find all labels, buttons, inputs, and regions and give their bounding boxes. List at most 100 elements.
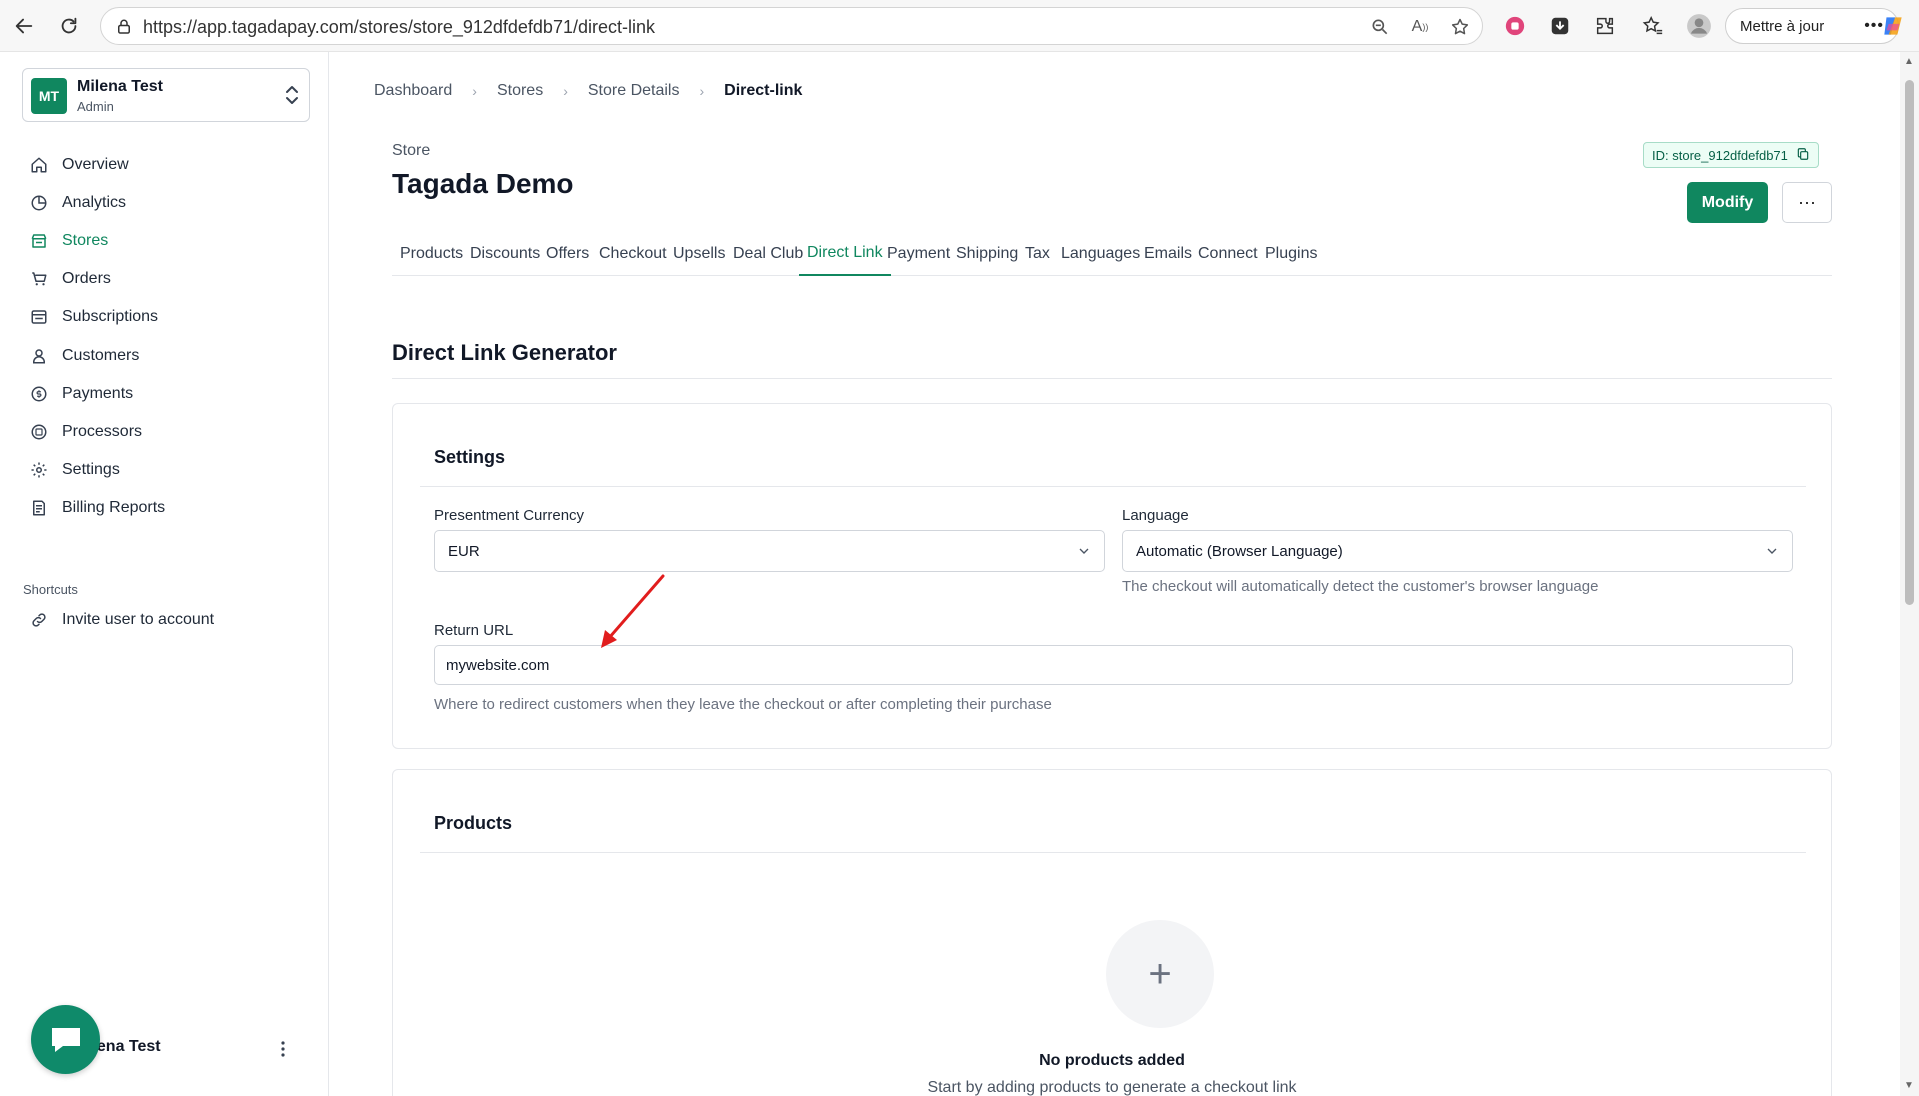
chevron-down-icon (1764, 543, 1780, 563)
breadcrumb-store-details[interactable]: Store Details (588, 82, 680, 100)
language-help: The checkout will automatically detect t… (1122, 578, 1599, 595)
sidebar-item-overview[interactable]: Overview (28, 151, 129, 179)
chevron-up-down-icon (283, 84, 301, 111)
favorite-star-icon[interactable] (1449, 16, 1471, 38)
chevron-right-icon: › (699, 83, 705, 99)
tab-products[interactable]: Products (392, 232, 471, 276)
profile-avatar-icon[interactable] (1686, 13, 1712, 39)
language-label: Language (1122, 507, 1189, 524)
sidebar-item-processors[interactable]: Processors (28, 418, 142, 446)
settings-card: Settings Presentment Currency EUR Langua… (392, 403, 1832, 749)
store-id-badge[interactable]: ID: store_912dfdefdb71 (1643, 142, 1819, 168)
shortcuts-heading: Shortcuts (23, 582, 78, 597)
sidebar-item-label: Settings (62, 461, 120, 478)
sidebar-item-customers[interactable]: Customers (28, 342, 139, 370)
language-select[interactable]: Automatic (Browser Language) (1122, 530, 1793, 572)
more-options-button[interactable]: ··· (1782, 182, 1832, 223)
currency-select[interactable]: EUR (434, 530, 1105, 572)
coin-icon (28, 383, 50, 405)
read-aloud-icon[interactable]: A)) (1409, 16, 1431, 38)
chevron-right-icon: › (472, 83, 477, 99)
cart-icon (28, 268, 50, 290)
user-icon (28, 345, 50, 367)
extensions-puzzle-icon[interactable] (1592, 13, 1618, 39)
favorites-icon[interactable] (1640, 13, 1666, 39)
shortcut-invite-user[interactable]: Invite user to account (28, 606, 214, 634)
scroll-up-icon[interactable]: ▲ (1904, 56, 1914, 67)
breadcrumb-stores[interactable]: Stores (497, 82, 543, 100)
sidebar-item-payments[interactable]: Payments (28, 380, 133, 408)
account-switcher[interactable]: MT Milena Test Admin (22, 68, 310, 122)
user-menu-kebab-icon[interactable] (280, 1040, 286, 1063)
breadcrumb: Dashboard › Stores › Store Details › Dir… (374, 82, 802, 100)
chat-support-button[interactable] (31, 1005, 100, 1074)
store-tabs: Products Discounts Offers Checkout Upsel… (392, 232, 1832, 276)
update-browser-button[interactable]: Mettre à jour ••• (1725, 8, 1899, 44)
return-url-value: mywebsite.com (446, 656, 550, 674)
sidebar-item-label: Stores (62, 232, 109, 249)
extension-pink-icon[interactable] (1502, 13, 1528, 39)
breadcrumb-current: Direct-link (724, 82, 803, 99)
sidebar-item-label: Payments (62, 385, 134, 402)
modify-button[interactable]: Modify (1687, 182, 1768, 223)
sidebar-item-stores[interactable]: Stores (28, 227, 108, 255)
account-avatar: MT (31, 78, 67, 114)
tab-upsells[interactable]: Upsells (665, 232, 733, 276)
report-icon (28, 497, 50, 519)
sidebar-item-label: Processors (62, 423, 143, 440)
settings-title: Settings (434, 447, 506, 467)
tab-plugins[interactable]: Plugins (1257, 232, 1325, 276)
account-role: Admin (77, 99, 114, 114)
sidebar-item-settings[interactable]: Settings (28, 456, 120, 484)
download-extension-icon[interactable] (1547, 13, 1573, 39)
pie-chart-icon (28, 192, 50, 214)
tab-shipping[interactable]: Shipping (948, 232, 1026, 276)
main-content: Dashboard › Stores › Store Details › Dir… (330, 52, 1900, 1096)
page-title: Tagada Demo (392, 168, 574, 199)
copilot-icon[interactable] (1880, 13, 1906, 39)
sidebar-item-label: Billing Reports (62, 499, 166, 516)
tab-payment[interactable]: Payment (879, 232, 958, 276)
sidebar-item-label: Overview (62, 156, 129, 173)
link-icon (28, 609, 50, 631)
sidebar-item-subscriptions[interactable]: Subscriptions (28, 303, 158, 331)
sidebar-item-label: Analytics (62, 194, 127, 211)
zoom-icon[interactable] (1369, 16, 1391, 38)
sidebar-item-label: Orders (62, 270, 111, 287)
store-id-text: ID: store_912dfdefdb71 (1652, 147, 1788, 163)
tab-direct-link[interactable]: Direct Link (799, 232, 891, 276)
sidebar-item-analytics[interactable]: Analytics (28, 189, 126, 217)
add-product-button[interactable]: + (1106, 920, 1214, 1028)
sidebar-item-orders[interactable]: Orders (28, 265, 111, 293)
return-url-help: Where to redirect customers when they le… (434, 696, 1052, 713)
divider (420, 852, 1806, 853)
chat-icon (51, 1027, 80, 1052)
tab-languages[interactable]: Languages (1053, 232, 1148, 276)
copy-icon[interactable] (1796, 147, 1810, 164)
update-label: Mettre à jour (1740, 17, 1825, 35)
tab-offers[interactable]: Offers (538, 232, 597, 276)
site-info-icon[interactable] (115, 18, 133, 41)
store-label: Store (392, 142, 431, 159)
tab-connect[interactable]: Connect (1190, 232, 1266, 276)
page-scrollbar[interactable]: ▲ ▼ (1900, 52, 1919, 1096)
address-bar[interactable]: https://app.tagadapay.com/stores/store_9… (100, 7, 1483, 45)
tab-checkout[interactable]: Checkout (591, 232, 675, 276)
scroll-down-icon[interactable]: ▼ (1904, 1080, 1914, 1091)
tab-discounts[interactable]: Discounts (462, 232, 548, 276)
home-icon (28, 154, 50, 176)
tab-tax[interactable]: Tax (1017, 232, 1058, 276)
products-title: Products (434, 813, 513, 833)
scrollbar-thumb[interactable] (1905, 80, 1914, 605)
language-value: Automatic (Browser Language) (1136, 542, 1343, 560)
sidebar-item-billing-reports[interactable]: Billing Reports (28, 494, 165, 522)
sidebar-item-label: Customers (62, 347, 140, 364)
back-icon[interactable] (10, 12, 38, 40)
reload-icon[interactable] (55, 12, 83, 40)
browser-toolbar: https://app.tagadapay.com/stores/store_9… (0, 0, 1919, 52)
subscriptions-icon (28, 306, 50, 328)
url-text[interactable]: https://app.tagadapay.com/stores/store_9… (143, 17, 655, 38)
breadcrumb-dashboard[interactable]: Dashboard (374, 82, 452, 100)
gear-icon (28, 459, 50, 481)
section-title: Direct Link Generator (392, 340, 617, 365)
